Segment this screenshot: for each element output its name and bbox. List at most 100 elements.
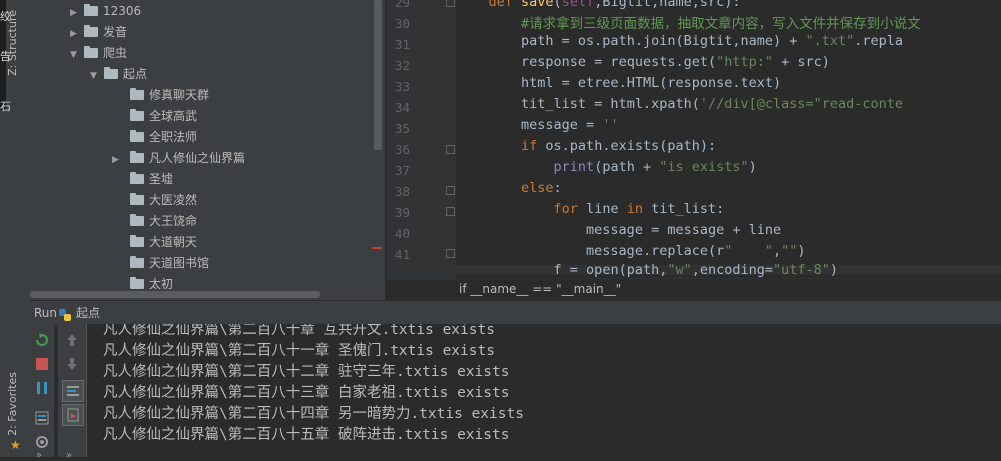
tree-item-label: 全职法师 <box>149 130 198 144</box>
expanded-arrow-icon[interactable]: ▼ <box>90 66 104 87</box>
line-number: 30 <box>394 16 410 31</box>
console-line: 凡人修仙之仙界篇\第二百八十三章 白家老祖.txtis exists <box>103 385 510 401</box>
tree-item[interactable]: 大医凌然 <box>130 190 197 211</box>
tree-item-label: 太初 <box>149 277 174 291</box>
more-icon[interactable]: » <box>66 450 72 461</box>
code-line: #请求拿到三级页面数据，抽取文章内容，写入文件并保存到小说文 <box>521 16 921 32</box>
line-number: 37 <box>394 163 410 178</box>
line-number: 33 <box>394 79 410 94</box>
console-line: 凡人修仙之仙界篇\第二百八十二章 驻守三年.txtis exists <box>103 364 510 380</box>
left-tool-strip: 绞 Z: Structure 告 石 2: Favorites ★ <box>0 0 31 457</box>
breadcrumb-text[interactable]: if __name__ == "__main__" <box>459 282 621 296</box>
code-line: for line in tit_list: <box>553 201 725 217</box>
fold-icon[interactable] <box>446 249 455 258</box>
fold-icon[interactable] <box>446 0 455 7</box>
scroll-to-end-icon[interactable] <box>62 404 84 426</box>
tree-item[interactable]: ▼ 爬虫 <box>70 43 127 64</box>
line-number: 36 <box>394 142 410 157</box>
code-line: message.replace(r" ","") <box>586 243 806 259</box>
folder-icon <box>130 171 144 184</box>
tree-item[interactable]: 大王饶命 <box>130 211 197 232</box>
code-line: print(path + "is exists") <box>553 159 757 175</box>
tree-item[interactable]: 全职法师 <box>130 127 197 148</box>
code-line: path = os.path.join(Bigtit,name) + ".txt… <box>521 33 904 49</box>
collapsed-arrow-icon[interactable]: ▶ <box>112 150 126 171</box>
line-number: 31 <box>394 37 410 52</box>
console-line: 凡人修仙之仙界篇\第二百八十章 互共开文.txtis exists <box>103 324 495 338</box>
soft-wrap-icon[interactable] <box>62 380 84 402</box>
star-icon[interactable]: ★ <box>10 438 21 452</box>
line-number: 32 <box>394 58 410 73</box>
tree-item[interactable]: ▶ 发音 <box>70 22 127 43</box>
line-number: 38 <box>394 184 410 199</box>
run-tab-label[interactable]: Run <box>34 301 57 325</box>
code-editor[interactable]: def save(self,Bigtit,name,src): #请求拿到三级页… <box>456 0 1001 280</box>
favorites-tab[interactable]: 2: Favorites <box>6 372 19 436</box>
folder-icon <box>130 108 144 121</box>
edge-char: 告 <box>0 50 11 63</box>
settings-icon[interactable] <box>34 434 50 450</box>
tree-item[interactable]: ▼ 起点 <box>90 64 147 85</box>
tree-item[interactable]: 天道图书馆 <box>130 253 209 274</box>
tree-item[interactable]: 修真聊天群 <box>130 85 209 106</box>
folder-icon <box>130 192 144 205</box>
fold-icon[interactable] <box>446 186 455 195</box>
dump-threads-icon[interactable] <box>34 410 50 426</box>
tree-item[interactable]: 大道朝天 <box>130 232 197 253</box>
rerun-icon[interactable] <box>34 332 50 348</box>
up-arrow-icon[interactable] <box>64 332 80 348</box>
project-tree: ▶ 12306 ▶ 发音 ▼ 爬虫 ▼ 起点 修真聊天群 全球高武 全职法师 ▶ 凡人修仙… <box>30 0 385 300</box>
line-number: 39 <box>394 205 410 220</box>
code-line: def save(self,Bigtit,name,src): <box>488 0 741 10</box>
line-number: 40 <box>394 226 410 241</box>
fold-icon[interactable] <box>446 207 455 216</box>
run-console[interactable]: 凡人修仙之仙界篇\第二百八十章 互共开文.txtis exists 凡人修仙之仙… <box>88 324 1001 457</box>
folder-icon <box>130 276 144 289</box>
line-number: 41 <box>394 247 410 262</box>
code-line: message = '' <box>521 117 619 133</box>
tree-item[interactable]: 圣墟 <box>130 169 173 190</box>
folder-icon <box>130 129 144 142</box>
tree-item-label: 天道图书馆 <box>149 256 210 270</box>
collapsed-arrow-icon[interactable]: ▶ <box>70 3 84 24</box>
folder-icon <box>130 87 144 100</box>
run-toolbar: » <box>30 324 54 461</box>
tree-item[interactable]: ▶ 12306 <box>70 1 141 22</box>
code-line: response = requests.get("http:" + src) <box>521 54 830 70</box>
tree-item-label: 全球高武 <box>149 109 198 123</box>
tree-item-label: 大医凌然 <box>149 193 198 207</box>
breadcrumb: if __name__ == "__main__" <box>456 278 1001 301</box>
python-icon <box>58 306 72 321</box>
edge-char: 石 <box>0 100 11 113</box>
line-number: 29 <box>394 0 410 10</box>
collapsed-arrow-icon[interactable]: ▶ <box>70 24 84 45</box>
down-arrow-icon[interactable] <box>64 356 80 372</box>
line-number: 34 <box>394 100 410 115</box>
code-line: message = message + line <box>586 222 782 238</box>
expanded-arrow-icon[interactable]: ▼ <box>70 45 84 66</box>
tree-item-label: 大王饶命 <box>149 214 198 228</box>
structure-tab[interactable]: Z: Structure <box>6 10 19 76</box>
code-line: else: <box>521 180 562 196</box>
tree-item-label: 大道朝天 <box>149 235 198 249</box>
code-line: html = etree.HTML(response.text) <box>521 75 782 91</box>
run-config-name[interactable]: 起点 <box>76 301 100 325</box>
stop-icon[interactable] <box>34 356 50 372</box>
more-icon[interactable]: » <box>36 450 42 461</box>
tree-horizontal-scrollbar[interactable] <box>30 291 320 298</box>
tree-item-label: 圣墟 <box>149 172 174 186</box>
code-line: f = open(path,"w",encoding="utf-8") <box>553 262 839 278</box>
folder-icon <box>84 3 98 16</box>
fold-icon[interactable] <box>446 145 455 154</box>
folder-icon <box>130 150 144 163</box>
folder-icon <box>130 255 144 268</box>
tree-item[interactable]: ▶ 凡人修仙之仙界篇 <box>112 148 245 169</box>
pause-icon[interactable] <box>34 380 50 396</box>
tree-item-label: 起点 <box>123 67 148 81</box>
folder-icon <box>84 45 98 58</box>
tree-item-label: 发音 <box>103 25 128 39</box>
tree-item[interactable]: 全球高武 <box>130 106 197 127</box>
folder-icon <box>104 66 118 79</box>
run-secondary-toolbar: » <box>58 324 87 461</box>
line-number-gutter: 29 30 31 32 33 34 35 36 37 38 39 40 41 <box>386 0 456 280</box>
